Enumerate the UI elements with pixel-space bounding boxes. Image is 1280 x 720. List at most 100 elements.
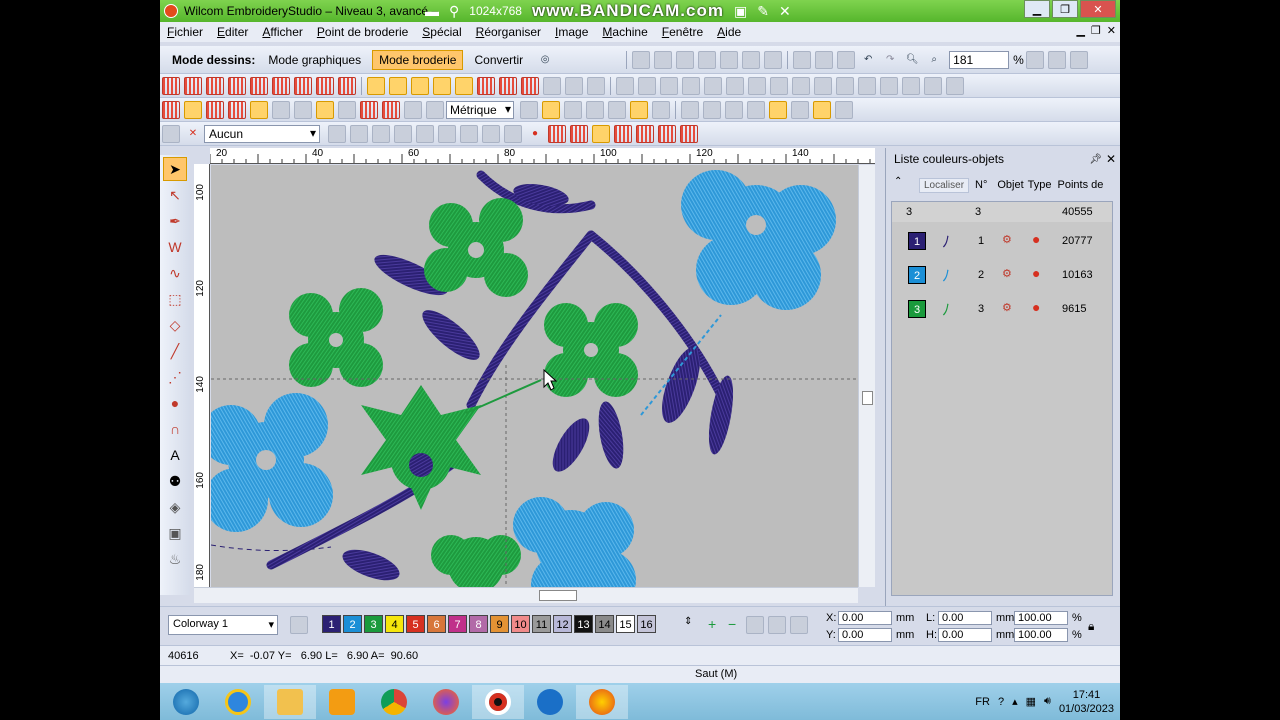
stitch-fill-icon[interactable]: ◈ [163, 495, 187, 519]
add-color-icon[interactable]: + [708, 616, 716, 632]
taskbar-bandicam[interactable] [472, 684, 524, 719]
taskbar-wilcom[interactable] [576, 684, 628, 719]
settings-1-icon[interactable] [520, 100, 538, 119]
palette-color[interactable]: 10 [511, 615, 530, 633]
palette-color[interactable]: 1 [322, 615, 341, 633]
summary-row[interactable]: 3 3 40555 [892, 202, 1112, 222]
stipple-icon[interactable] [316, 76, 334, 95]
cut-icon[interactable] [793, 50, 812, 69]
palette-color[interactable]: 6 [427, 615, 446, 633]
prop-8-icon[interactable] [482, 124, 500, 143]
export-icon[interactable] [742, 50, 761, 69]
arrange-1-icon[interactable] [616, 76, 634, 95]
effect-10-icon[interactable] [587, 76, 605, 95]
settings-3-icon[interactable] [564, 100, 582, 119]
taskbar-bluetooth[interactable] [524, 685, 576, 719]
prop-13-icon[interactable] [614, 124, 632, 143]
align-3-icon[interactable] [792, 76, 810, 95]
menu-reorganiser[interactable]: Réorganiser [469, 25, 548, 39]
settings-7-icon[interactable] [652, 100, 670, 119]
print-icon[interactable] [698, 50, 717, 69]
menu-aide[interactable]: Aide [710, 25, 748, 39]
pin-icon[interactable]: ⚲ [449, 3, 459, 20]
tatami-icon[interactable] [206, 76, 224, 95]
list-item[interactable]: 2 ﾉ 2 ⚙ ● 10163 [892, 260, 1112, 292]
digitize-2-icon[interactable] [184, 100, 202, 119]
doc-restore-icon[interactable]: ❐ [1091, 24, 1101, 37]
color-tool-3-icon[interactable] [790, 616, 808, 634]
palette-color[interactable]: 11 [532, 615, 551, 633]
y-field[interactable]: 0.00 [838, 628, 892, 642]
list-item[interactable]: 3 ﾉ 3 ⚙ ● 9615 [892, 294, 1112, 326]
restore-button[interactable]: ❐ [1052, 0, 1078, 18]
prop-10-icon[interactable] [548, 124, 566, 143]
undo-icon[interactable]: ↶ [859, 51, 877, 69]
menu-afficher[interactable]: Afficher [255, 25, 309, 39]
prop-16-icon[interactable] [680, 124, 698, 143]
menu-fenetre[interactable]: Fenêtre [655, 25, 710, 39]
object-list[interactable]: 3 3 40555 1 ﾉ 1 ⚙ ● 20777 2 ﾉ 2 ⚙ ● 1016… [891, 201, 1113, 596]
menu-image[interactable]: Image [548, 25, 595, 39]
color-tool-1-icon[interactable] [746, 616, 764, 634]
menu-fichier[interactable]: Fichier [160, 25, 210, 39]
taskbar-chrome[interactable] [368, 685, 420, 719]
doc-minimize-icon[interactable]: ▁ [1076, 24, 1084, 37]
palette-color[interactable]: 5 [406, 615, 425, 633]
circle-icon[interactable]: ● [163, 391, 187, 415]
prop-7-icon[interactable] [460, 124, 478, 143]
digitize-5-icon[interactable] [250, 100, 268, 119]
zoom-box-icon[interactable]: ⌕ [925, 51, 943, 69]
tool-3-icon[interactable] [725, 100, 743, 119]
menu-machine[interactable]: Machine [595, 25, 654, 39]
graphics-mode-button[interactable]: Mode graphiques [261, 50, 368, 70]
start-button[interactable] [160, 685, 212, 719]
view-4-icon[interactable] [426, 100, 444, 119]
remove-color-icon[interactable]: − [728, 616, 736, 632]
effect-8-icon[interactable] [521, 76, 539, 95]
line-icon[interactable]: ╱ [163, 339, 187, 363]
digitize-6-icon[interactable] [272, 100, 290, 119]
show-hidden-icon[interactable]: ▴ [1012, 695, 1018, 708]
pin-icon[interactable]: 📌︎ [1089, 154, 1102, 165]
satin-icon[interactable] [184, 76, 202, 95]
clock[interactable]: 17:41 01/03/2023 [1059, 688, 1114, 716]
l-field[interactable]: 0.00 [938, 611, 992, 625]
settings-2-icon[interactable] [542, 100, 560, 119]
palette-color[interactable]: 12 [553, 615, 572, 633]
arc-icon[interactable]: ∩ [163, 417, 187, 441]
effect-7-icon[interactable] [499, 76, 517, 95]
tool-5-icon[interactable] [835, 100, 853, 119]
digitize-1-icon[interactable] [162, 100, 180, 119]
hand-icon[interactable] [769, 100, 787, 119]
cross-stitch-icon[interactable] [250, 76, 268, 95]
convert-button[interactable]: Convertir [467, 50, 530, 70]
prop-3-icon[interactable] [372, 124, 390, 143]
close-button[interactable]: ✕ [1080, 0, 1116, 18]
image-icon[interactable] [338, 100, 356, 119]
grid-icon[interactable] [294, 100, 312, 119]
globe-icon[interactable]: ◎ [536, 51, 554, 69]
list-item[interactable]: 1 ﾉ 1 ⚙ ● 20777 [892, 226, 1112, 258]
h-field[interactable]: 0.00 [938, 628, 992, 642]
effect-2-icon[interactable] [389, 76, 407, 95]
prop-9-icon[interactable] [504, 124, 522, 143]
record-icon[interactable]: ● [526, 125, 544, 143]
palette-color[interactable]: 13 [574, 615, 593, 633]
save-icon[interactable] [676, 50, 695, 69]
shape-icon[interactable]: ◇ [163, 313, 187, 337]
scroll-thumb[interactable] [539, 590, 577, 601]
applique-icon[interactable]: ⬚ [163, 287, 187, 311]
prop-6-icon[interactable] [438, 124, 456, 143]
network-icon[interactable]: ▦ [1026, 695, 1036, 708]
align-5-icon[interactable] [836, 76, 854, 95]
print-preview-icon[interactable] [720, 50, 739, 69]
locate-button[interactable]: Localiser [919, 177, 970, 193]
prop-14-icon[interactable] [636, 124, 654, 143]
prop-2-icon[interactable] [350, 124, 368, 143]
tool-4-icon[interactable] [813, 100, 831, 119]
effect-4-icon[interactable] [433, 76, 451, 95]
effect-5-icon[interactable] [455, 76, 473, 95]
menu-special[interactable]: Spécial [415, 25, 468, 39]
effect-3-icon[interactable] [411, 76, 429, 95]
camera-icon[interactable]: ▣ [734, 3, 747, 20]
